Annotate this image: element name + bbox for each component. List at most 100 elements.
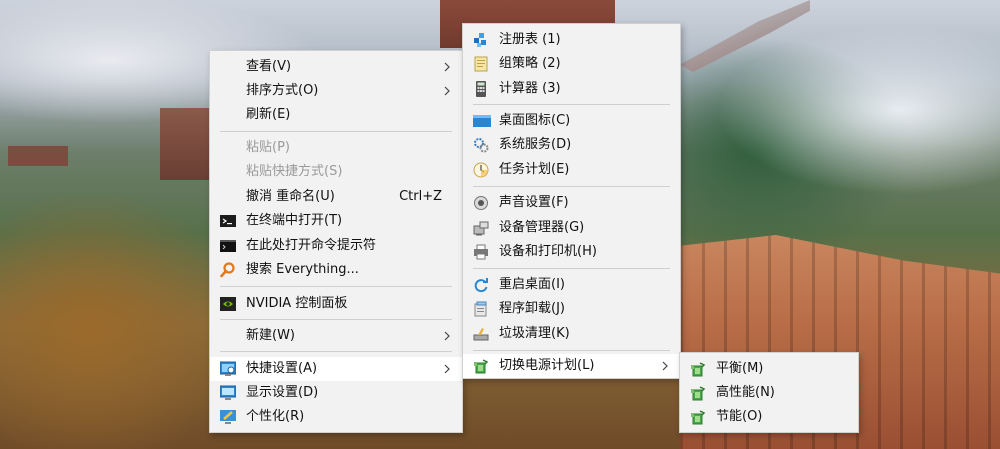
power-plan-icon xyxy=(473,358,489,374)
menu-item-power-saver[interactable]: 节能(O) xyxy=(680,405,858,429)
chevron-right-icon xyxy=(442,83,452,99)
menu-separator xyxy=(220,286,452,287)
calculator-icon xyxy=(473,81,489,97)
menu-item-sort-by[interactable]: 排序方式(O) xyxy=(210,79,462,103)
menu-item-paste-shortcut[interactable]: 粘贴快捷方式(S) xyxy=(210,160,462,184)
menu-item-group-policy[interactable]: 组策略 (2) xyxy=(463,52,680,76)
menu-item-label: 垃圾清理(K) xyxy=(499,326,570,341)
menu-item-refresh[interactable]: 刷新(E) xyxy=(210,103,462,127)
menu-item-label: 快捷设置(A) xyxy=(246,361,318,376)
menu-item-label: 搜索 Everything... xyxy=(246,262,359,277)
menu-item-label: 显示设置(D) xyxy=(246,385,319,400)
menu-item-label: 声音设置(F) xyxy=(499,195,569,210)
display-icon xyxy=(220,385,236,401)
group-policy-icon xyxy=(473,56,489,72)
menu-item-switch-power-plan[interactable]: 切换电源计划(L) xyxy=(463,354,680,378)
menu-item-label: 设备和打印机(H) xyxy=(499,244,597,259)
menu-item-label: 任务计划(E) xyxy=(499,162,570,177)
menu-item-calculator[interactable]: 计算器 (3) xyxy=(463,77,680,101)
personalize-icon xyxy=(220,409,236,425)
menu-item-label: 设备管理器(G) xyxy=(499,220,585,235)
menu-item-label: 平衡(M) xyxy=(716,361,764,376)
menu-item-label: 刷新(E) xyxy=(246,107,291,122)
chevron-right-icon xyxy=(442,361,452,377)
chevron-right-icon xyxy=(442,328,452,344)
quick-settings-submenu: 注册表 (1) 组策略 (2) 计算器 (3) 桌面图标(C) 系统服务(D) … xyxy=(462,23,681,379)
menu-item-label: 撤消 重命名(U) xyxy=(246,189,335,204)
menu-separator xyxy=(220,351,452,352)
menu-item-paste[interactable]: 粘贴(P) xyxy=(210,136,462,160)
menu-item-label: 程序卸载(J) xyxy=(499,301,565,316)
clock-icon xyxy=(473,162,489,178)
menu-item-label: 高性能(N) xyxy=(716,385,775,400)
menu-item-high-performance[interactable]: 高性能(N) xyxy=(680,381,858,405)
terminal-icon xyxy=(220,213,236,229)
command-prompt-icon xyxy=(220,238,236,254)
menu-item-label: 新建(W) xyxy=(246,328,295,343)
nvidia-icon xyxy=(220,296,236,312)
power-plan-icon xyxy=(690,385,706,401)
menu-separator xyxy=(473,350,670,351)
printer-icon xyxy=(473,244,489,260)
menu-item-view[interactable]: 查看(V) xyxy=(210,55,462,79)
menu-item-label: 排序方式(O) xyxy=(246,83,319,98)
menu-item-label: 节能(O) xyxy=(716,409,763,424)
menu-item-task-scheduler[interactable]: 任务计划(E) xyxy=(463,158,680,182)
menu-item-uninstall[interactable]: 程序卸载(J) xyxy=(463,297,680,321)
uninstall-icon xyxy=(473,301,489,317)
menu-item-label: 组策略 (2) xyxy=(499,56,561,71)
power-plan-icon xyxy=(690,361,706,377)
menu-item-label: 桌面图标(C) xyxy=(499,113,571,128)
magnifier-icon xyxy=(220,262,236,278)
menu-item-label: 个性化(R) xyxy=(246,409,305,424)
services-gear-icon xyxy=(473,137,489,153)
wallpaper-tower-small xyxy=(8,146,68,166)
refresh-icon xyxy=(473,277,489,293)
menu-item-label: 切换电源计划(L) xyxy=(499,358,595,373)
quick-settings-icon xyxy=(220,361,236,377)
menu-item-label: 粘贴快捷方式(S) xyxy=(246,164,343,179)
device-manager-icon xyxy=(473,220,489,236)
menu-item-open-terminal[interactable]: 在终端中打开(T) xyxy=(210,209,462,233)
chevron-right-icon xyxy=(442,59,452,75)
chevron-right-icon xyxy=(660,358,670,374)
menu-item-label: 在终端中打开(T) xyxy=(246,213,343,228)
wallpaper-tower xyxy=(160,108,210,180)
menu-item-open-cmd[interactable]: 在此处打开命令提示符 xyxy=(210,234,462,258)
menu-separator xyxy=(220,319,452,320)
menu-item-system-services[interactable]: 系统服务(D) xyxy=(463,133,680,157)
menu-item-restart-desktop[interactable]: 重启桌面(I) xyxy=(463,273,680,297)
wallpaper-walkway xyxy=(680,0,810,72)
registry-icon xyxy=(473,32,489,48)
menu-item-registry[interactable]: 注册表 (1) xyxy=(463,28,680,52)
menu-item-new[interactable]: 新建(W) xyxy=(210,324,462,348)
menu-item-display-settings[interactable]: 显示设置(D) xyxy=(210,381,462,405)
menu-item-device-manager[interactable]: 设备管理器(G) xyxy=(463,216,680,240)
power-plan-submenu: 平衡(M) 高性能(N) 节能(O) xyxy=(679,352,859,433)
menu-separator xyxy=(473,268,670,269)
desktop-context-menu: 查看(V) 排序方式(O) 刷新(E) 粘贴(P) 粘贴快捷方式(S) 撤消 重… xyxy=(209,50,463,433)
menu-item-search-everything[interactable]: 搜索 Everything... xyxy=(210,258,462,282)
menu-separator xyxy=(473,186,670,187)
menu-item-devices-printers[interactable]: 设备和打印机(H) xyxy=(463,240,680,264)
menu-item-label: 在此处打开命令提示符 xyxy=(246,238,377,253)
menu-item-label: 重启桌面(I) xyxy=(499,277,565,292)
speaker-icon xyxy=(473,195,489,211)
menu-item-personalize[interactable]: 个性化(R) xyxy=(210,405,462,429)
menu-item-junk-cleanup[interactable]: 垃圾清理(K) xyxy=(463,322,680,346)
menu-item-quick-settings[interactable]: 快捷设置(A) xyxy=(210,357,462,381)
menu-item-undo-rename[interactable]: 撤消 重命名(U) Ctrl+Z xyxy=(210,185,462,209)
menu-item-nvidia-control-panel[interactable]: NVIDIA 控制面板 xyxy=(210,292,462,316)
menu-item-balanced[interactable]: 平衡(M) xyxy=(680,357,858,381)
menu-item-label: 系统服务(D) xyxy=(499,137,572,152)
menu-item-label: NVIDIA 控制面板 xyxy=(246,296,348,311)
menu-item-label: 计算器 (3) xyxy=(499,81,561,96)
menu-separator xyxy=(473,104,670,105)
desktop-icons-icon xyxy=(473,113,491,129)
menu-separator xyxy=(220,131,452,132)
shortcut-text: Ctrl+Z xyxy=(399,189,442,204)
menu-item-sound-settings[interactable]: 声音设置(F) xyxy=(463,191,680,215)
power-plan-icon xyxy=(690,409,706,425)
menu-item-label: 查看(V) xyxy=(246,59,292,74)
menu-item-desktop-icons[interactable]: 桌面图标(C) xyxy=(463,109,680,133)
